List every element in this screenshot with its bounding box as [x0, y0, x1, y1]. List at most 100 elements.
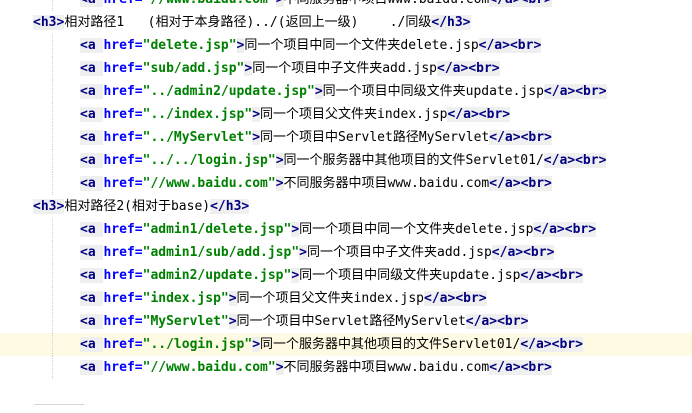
- text-token: 同一个项目中同一个文件夹delete.jsp: [244, 38, 479, 53]
- code-line[interactable]: <a href="index.jsp">同一个项目父文件夹index.jsp</…: [0, 287, 692, 310]
- indent-guide: [52, 333, 54, 356]
- code-text: <h3>相对路径2(相对于base)</h3>: [33, 195, 250, 218]
- code-line[interactable]: <a href="../index.jsp">同一个项目父文件夹index.js…: [0, 103, 692, 126]
- string-token: "../../login.jsp": [142, 153, 276, 168]
- indent-guide: [52, 0, 54, 11]
- html-tag-token: </a>: [424, 291, 456, 306]
- html-tag-token: </a>: [543, 84, 576, 99]
- attribute-token: href=: [103, 360, 143, 375]
- code-line[interactable]: <h3>相对路径1 (相对于本身路径)../(返回上一级) ./同级</h3>: [0, 11, 692, 34]
- html-tag-token: </a>: [489, 176, 521, 191]
- html-tag-token: </a>: [489, 130, 521, 145]
- html-tag-token: <h3>: [33, 15, 65, 30]
- string-token: "../index.jsp": [142, 107, 253, 122]
- html-tag-token: </a>: [489, 360, 521, 375]
- code-text: <h3>相对路径1 (相对于本身路径)../(返回上一级) ./同级</h3>: [33, 11, 471, 34]
- attribute-token: href=: [103, 291, 143, 306]
- html-tag-token: <a: [80, 360, 104, 375]
- html-tag-token: <br>: [564, 222, 597, 237]
- indent-guide: [52, 264, 54, 287]
- html-tag-token: <a: [80, 130, 104, 145]
- html-tag-token: </a>: [489, 0, 521, 7]
- code-line[interactable]: <a href="../admin2/update.jsp">同一个项目中同级文…: [0, 80, 692, 103]
- text-token: 相对路径2(相对于base): [64, 199, 211, 214]
- code-line[interactable]: <a href="MyServlet">同一个项目中Servlet路径MySer…: [0, 310, 692, 333]
- code-line[interactable]: <h3>相对路径2(相对于base)</h3>: [0, 195, 692, 218]
- code-text: <a href="../login.jsp">同一个服务器中其他项目的文件Ser…: [80, 333, 583, 356]
- html-tag-token: >: [291, 268, 300, 283]
- html-tag-token: </a>: [520, 268, 552, 283]
- code-text: <a href="../index.jsp">同一个项目父文件夹index.js…: [80, 103, 511, 126]
- string-token: "//www.baidu.com": [142, 176, 276, 191]
- attribute-token: href=: [103, 61, 143, 76]
- html-tag-token: >: [314, 84, 323, 99]
- attribute-token: href=: [103, 130, 143, 145]
- code-line[interactable]: <a href="//www.baidu.com">不同服务器中项目www.ba…: [0, 0, 692, 11]
- code-line[interactable]: <a href="admin2/update.jsp">同一个项目中同级文件夹u…: [0, 264, 692, 287]
- html-tag-token: <br>: [551, 337, 583, 352]
- html-tag-token: <a: [80, 0, 104, 7]
- code-line[interactable]: <a href="//www.baidu.com">不同服务器中项目www.ba…: [0, 356, 692, 379]
- html-tag-token: <a: [80, 153, 104, 168]
- string-token: "sub/add.jsp": [142, 61, 245, 76]
- code-line[interactable]: <a href="../login.jsp">同一个服务器中其他项目的文件Ser…: [0, 333, 692, 356]
- code-line[interactable]: <a href="sub/add.jsp">同一个项目中子文件夹add.jsp<…: [0, 57, 692, 80]
- string-token: "admin2/update.jsp": [142, 268, 292, 283]
- indent-guide: [52, 287, 54, 310]
- html-tag-token: </a>: [447, 107, 479, 122]
- code-text: <a href="admin1/sub/add.jsp">同一个项目中子文件夹a…: [80, 241, 555, 264]
- html-tag-token: >: [252, 337, 261, 352]
- text-token: 同一个项目中同一个文件夹delete.jsp: [299, 222, 534, 237]
- attribute-token: href=: [103, 153, 143, 168]
- html-tag-token: >: [252, 107, 261, 122]
- html-tag-token: <br>: [468, 61, 500, 76]
- html-tag-token: </a>: [478, 38, 510, 53]
- code-text: <a href="../MyServlet">同一个项目中Servlet路径My…: [80, 126, 552, 149]
- html-tag-token: >: [228, 291, 237, 306]
- code-text: <a href="index.jsp">同一个项目父文件夹index.jsp</…: [80, 287, 487, 310]
- html-tag-token: <br>: [523, 245, 555, 260]
- code-line[interactable]: <a href="../MyServlet">同一个项目中Servlet路径My…: [0, 126, 692, 149]
- text-token: 同一个项目父文件夹index.jsp: [260, 107, 448, 122]
- code-editor[interactable]: <a href="//www.baidu.com">不同服务器中项目www.ba…: [0, 0, 692, 412]
- code-line[interactable]: <a href="//www.baidu.com">不同服务器中项目www.ba…: [0, 172, 692, 195]
- indent-guide: [52, 149, 54, 172]
- attribute-token: href=: [103, 314, 143, 329]
- attribute-token: href=: [103, 268, 143, 283]
- indent-guide: [52, 57, 54, 80]
- html-tag-token: >: [299, 245, 307, 260]
- text-token: 同一个项目中子文件夹add.jsp: [307, 245, 492, 260]
- string-token: "index.jsp": [142, 291, 229, 306]
- code-line[interactable]: <a href="delete.jsp">同一个项目中同一个文件夹delete.…: [0, 34, 692, 57]
- text-token: 同一个项目中子文件夹add.jsp: [252, 61, 437, 76]
- text-token: 相对路径1 (相对于本身路径)../(返回上一级) ./同级: [64, 15, 432, 30]
- html-tag-token: <a: [80, 38, 104, 53]
- html-tag-token: <a: [80, 222, 104, 237]
- indent-guide: [52, 103, 54, 126]
- text-token: 同一个项目中Servlet路径MyServlet: [236, 314, 466, 329]
- attribute-token: href=: [103, 245, 143, 260]
- html-tag-token: </a>: [491, 245, 524, 260]
- code-line[interactable]: <a href="admin1/sub/add.jsp">同一个项目中子文件夹a…: [0, 241, 692, 264]
- html-tag-token: >: [291, 222, 300, 237]
- code-line[interactable]: <a href="admin1/delete.jsp">同一个项目中同一个文件夹…: [0, 218, 692, 241]
- html-tag-token: <a: [80, 245, 104, 260]
- html-tag-token: </a>: [543, 153, 576, 168]
- text-token: 同一个服务器中其他项目的文件Servlet01/: [260, 337, 521, 352]
- indent-guide: [52, 310, 54, 333]
- html-tag-token: <a: [80, 84, 104, 99]
- html-tag-token: <h3>: [33, 199, 65, 214]
- html-tag-token: <br>: [575, 153, 607, 168]
- html-tag-token: </a>: [437, 61, 469, 76]
- html-tag-token: >: [275, 176, 284, 191]
- indent-guide: [52, 80, 54, 103]
- attribute-token: href=: [103, 0, 142, 7]
- indent-guide: [52, 126, 54, 149]
- indent-guide: [52, 356, 54, 379]
- attribute-token: href=: [103, 107, 143, 122]
- code-line[interactable]: <a href="../../login.jsp">同一个服务器中其他项目的文件…: [0, 149, 692, 172]
- html-tag-token: <br>: [520, 0, 552, 7]
- string-token: "delete.jsp": [142, 38, 237, 53]
- code-text: <a href="//www.baidu.com">不同服务器中项目www.ba…: [80, 356, 552, 379]
- attribute-token: href=: [103, 337, 143, 352]
